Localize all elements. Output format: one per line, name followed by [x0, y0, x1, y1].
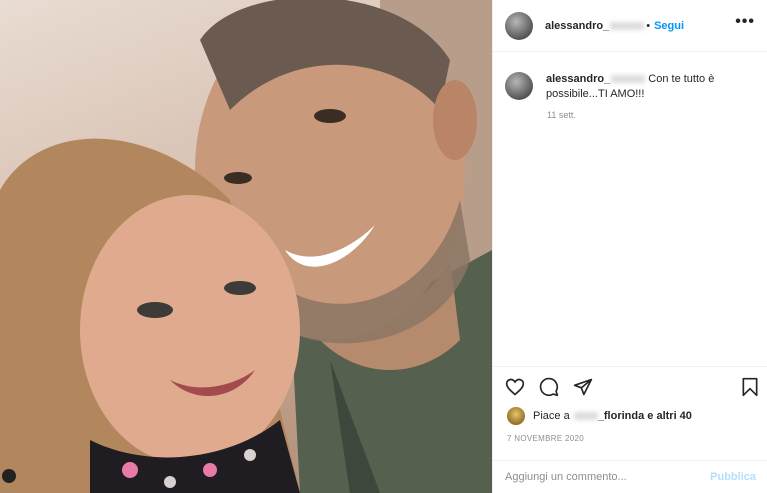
likes-others[interactable]: e altri 40 [647, 410, 692, 422]
caption-author-avatar[interactable] [505, 72, 533, 100]
heart-icon[interactable] [505, 377, 525, 397]
blurred-name [573, 412, 598, 420]
publish-button[interactable]: Pubblica [710, 471, 756, 483]
comment-input[interactable] [505, 471, 700, 483]
post-date[interactable]: 7 NOVEMBRE 2020 [507, 434, 584, 443]
blurred-name [610, 21, 645, 30]
author-avatar[interactable] [505, 11, 533, 40]
follow-button[interactable]: Segui [654, 20, 684, 32]
user-icon[interactable] [2, 469, 16, 483]
action-bar [493, 366, 767, 406]
post-header: alessandro_ • Segui ••• [493, 0, 767, 52]
separator-dot: • [646, 19, 651, 32]
post-caption: alessandro_ Con te tutto è possibile...T… [493, 52, 767, 102]
caption-author-username[interactable]: alessandro_ [546, 73, 646, 85]
photo-illustration [0, 0, 492, 493]
comment-bar: Pubblica [493, 460, 767, 493]
author-username[interactable]: alessandro_ [545, 20, 645, 32]
bookmark-icon[interactable] [741, 377, 759, 397]
liker-username[interactable]: _florinda [598, 410, 644, 422]
comment-icon[interactable] [539, 377, 559, 397]
post-sidebar: alessandro_ • Segui ••• alessandro_ Con … [492, 0, 767, 493]
more-icon[interactable]: ••• [735, 14, 755, 30]
caption-time[interactable]: 11 sett. [547, 110, 767, 120]
liker-avatar[interactable] [507, 407, 525, 425]
likes-prefix: Piace a [533, 410, 570, 422]
post-photo[interactable] [0, 0, 492, 493]
blurred-name [611, 75, 646, 84]
likes-summary: Piace a _florinda e altri 40 [507, 407, 692, 425]
share-icon[interactable] [573, 377, 593, 397]
caption-text-block: alessandro_ Con te tutto è possibile...T… [546, 72, 746, 102]
